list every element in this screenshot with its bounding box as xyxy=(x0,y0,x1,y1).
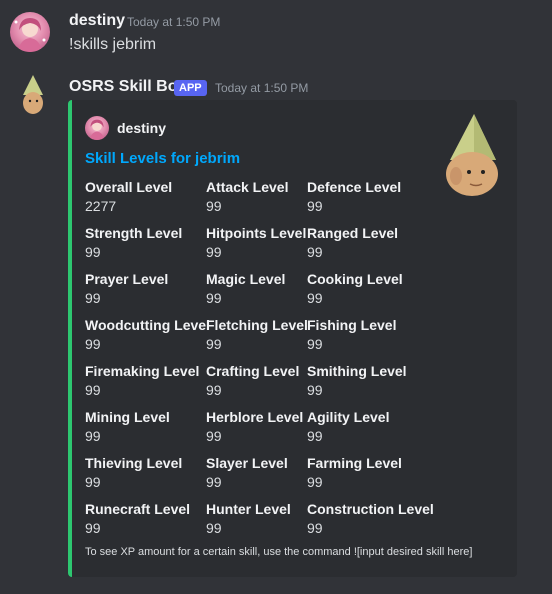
skill-value: 99 xyxy=(307,290,323,306)
skill-field: Ranged Level 99 xyxy=(307,224,432,262)
skill-name: Smithing Level xyxy=(307,363,407,379)
skill-name: Agility Level xyxy=(307,409,390,425)
skill-field: Runecraft Level 99 xyxy=(85,500,210,538)
embed-footer: To see XP amount for a certain skill, us… xyxy=(85,546,473,558)
skill-value: 99 xyxy=(85,520,101,536)
skill-name: Fishing Level xyxy=(307,317,397,333)
skill-value: 99 xyxy=(85,336,101,352)
skill-name: Mining Level xyxy=(85,409,170,425)
embed-author-avatar xyxy=(85,116,109,140)
skill-field: Cooking Level 99 xyxy=(307,270,432,308)
skill-field: Fishing Level 99 xyxy=(307,316,432,354)
bot-username[interactable]: OSRS Skill Bot xyxy=(69,78,183,96)
timestamp: Today at 1:50 PM xyxy=(127,15,221,29)
embed-title: Skill Levels for jebrim xyxy=(85,150,241,167)
message-content: !skills jebrim xyxy=(69,36,157,53)
skill-field: Woodcutting Level 99 xyxy=(85,316,210,354)
skill-name: Ranged Level xyxy=(307,225,399,241)
skill-value: 99 xyxy=(307,474,323,490)
skill-value: 99 xyxy=(307,520,323,536)
embed-author: destiny xyxy=(117,120,167,136)
skill-value: 2277 xyxy=(85,198,117,214)
skill-field: Thieving Level 99 xyxy=(85,454,210,492)
skill-field: Agility Level 99 xyxy=(307,408,432,446)
skill-value: 99 xyxy=(307,198,323,214)
skill-field: Firemaking Level 99 xyxy=(85,362,210,400)
skill-field: Prayer Level 99 xyxy=(85,270,210,308)
skill-name: Construction Level xyxy=(307,501,434,517)
anime-avatar-icon xyxy=(14,18,46,52)
bot-avatar[interactable] xyxy=(13,75,53,115)
gnome-child-icon xyxy=(23,75,43,114)
skill-field: Defence Level 99 xyxy=(307,178,432,216)
skill-field: Strength Level 99 xyxy=(85,224,210,262)
timestamp: Today at 1:50 PM xyxy=(215,81,309,95)
skill-field: Smithing Level 99 xyxy=(307,362,432,400)
skill-name: Thieving Level xyxy=(85,455,183,471)
skill-name: Firemaking Level xyxy=(85,363,200,379)
gnome-child-thumbnail-icon[interactable] xyxy=(436,114,508,198)
skill-value: 99 xyxy=(307,244,323,260)
skill-value: 99 xyxy=(85,244,101,260)
skill-value: 99 xyxy=(307,382,323,398)
skill-name: Prayer Level xyxy=(85,271,169,287)
skill-name: Farming Level xyxy=(307,455,402,471)
skill-field: Construction Level 99 xyxy=(307,500,434,538)
skill-value: 99 xyxy=(85,290,101,306)
skill-name: Defence Level xyxy=(307,179,402,195)
skill-value: 99 xyxy=(307,428,323,444)
skill-field: Mining Level 99 xyxy=(85,408,210,446)
anime-avatar-icon xyxy=(89,119,105,140)
skill-name: Runecraft Level xyxy=(85,501,191,517)
skills-embed: destiny Skill Levels for jebrim Overall … xyxy=(68,100,517,577)
skill-value: 99 xyxy=(85,382,101,398)
app-badge: APP xyxy=(174,80,207,96)
skill-name: Strength Level xyxy=(85,225,183,241)
skill-field: Farming Level 99 xyxy=(307,454,432,492)
skill-name: Woodcutting Level xyxy=(85,317,210,333)
skill-value: 99 xyxy=(307,336,323,352)
username[interactable]: destiny xyxy=(69,12,125,30)
skill-name: Overall Level xyxy=(85,179,173,195)
skill-value: 99 xyxy=(85,474,101,490)
user-avatar[interactable] xyxy=(10,12,50,52)
skill-name: Cooking Level xyxy=(307,271,403,287)
skill-field: Overall Level 2277 xyxy=(85,178,210,216)
skill-value: 99 xyxy=(85,428,101,444)
